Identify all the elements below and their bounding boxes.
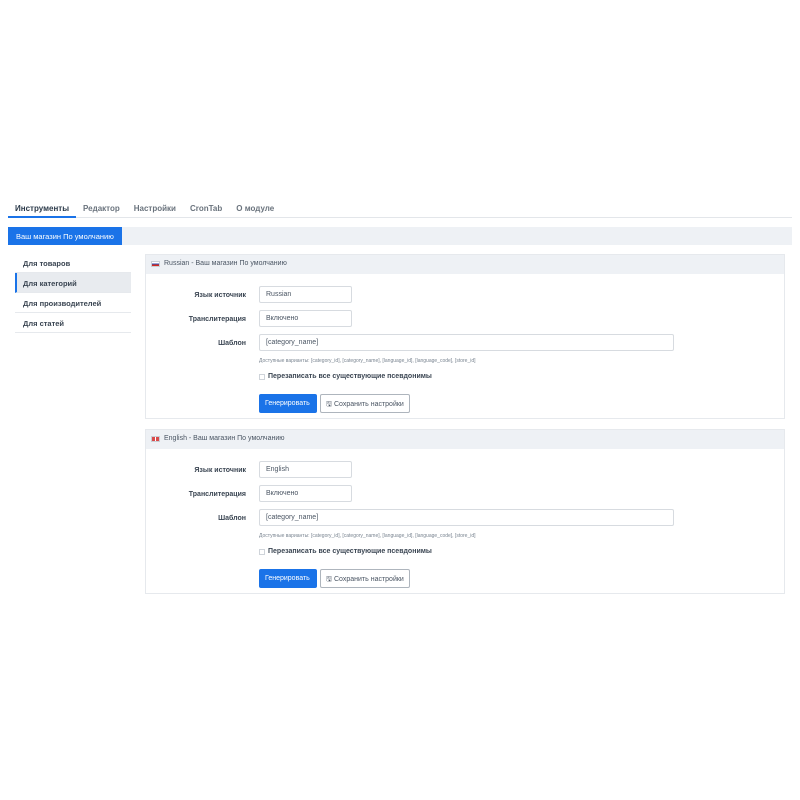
translit-select[interactable]: Включено — [259, 485, 352, 502]
store-bar: Ваш магазин По умолчанию — [8, 227, 792, 245]
generate-button[interactable]: Генерировать — [259, 569, 317, 588]
overwrite-label: Перезаписать все существующие псевдонимы — [268, 373, 432, 380]
generate-button[interactable]: Генерировать — [259, 394, 317, 413]
language-panel-russian: Russian - Ваш магазин По умолчанию Язык … — [145, 254, 785, 419]
tab-editor[interactable]: Редактор — [76, 198, 127, 218]
template-input[interactable]: [category_name] — [259, 334, 674, 351]
save-settings-label: Сохранить настройки — [333, 401, 404, 408]
translit-select[interactable]: Включено — [259, 310, 352, 327]
overwrite-row: Перезаписать все существующие псевдонимы — [259, 373, 432, 380]
top-tabs: Инструменты Редактор Настройки CronTab О… — [8, 198, 792, 218]
template-label: Шаблон — [218, 515, 246, 522]
panel-header: English - Ваш магазин По умолчанию — [146, 430, 784, 449]
store-select-button[interactable]: Ваш магазин По умолчанию — [8, 227, 122, 245]
source-lang-select[interactable]: English — [259, 461, 352, 478]
source-lang-label: Язык источник — [194, 467, 246, 474]
overwrite-row: Перезаписать все существующие псевдонимы — [259, 548, 432, 555]
panel-header: Russian - Ваш магазин По умолчанию — [146, 255, 784, 274]
sidebar-item-products[interactable]: Для товаров — [15, 253, 131, 273]
overwrite-checkbox[interactable] — [259, 548, 265, 555]
save-icon: 🖫 — [326, 576, 332, 583]
template-label: Шаблон — [218, 340, 246, 347]
sidebar: Для товаров Для категорий Для производит… — [15, 253, 131, 333]
overwrite-label: Перезаписать все существующие псевдонимы — [268, 548, 432, 555]
flag-en-icon — [151, 436, 160, 442]
save-settings-label: Сохранить настройки — [333, 576, 404, 583]
tab-tools[interactable]: Инструменты — [8, 198, 77, 218]
tab-about[interactable]: О модуле — [229, 198, 281, 218]
template-hint: Доступные варианты: [category_id], [cate… — [259, 358, 476, 364]
overwrite-checkbox[interactable] — [259, 373, 265, 380]
translit-label: Транслитерация — [188, 316, 246, 323]
sidebar-item-categories[interactable]: Для категорий — [15, 273, 131, 293]
template-hint: Доступные варианты: [category_id], [cate… — [259, 533, 476, 539]
save-icon: 🖫 — [326, 401, 332, 408]
translit-label: Транслитерация — [188, 491, 246, 498]
tab-settings[interactable]: Настройки — [127, 198, 183, 218]
panel-title: Russian - Ваш магазин По умолчанию — [164, 260, 287, 267]
template-input[interactable]: [category_name] — [259, 509, 674, 526]
source-lang-label: Язык источник — [194, 292, 246, 299]
flag-ru-icon — [151, 261, 160, 267]
sidebar-item-manufacturers[interactable]: Для производителей — [15, 293, 131, 313]
source-lang-select[interactable]: Russian — [259, 286, 352, 303]
tab-crontab[interactable]: CronTab — [183, 198, 229, 218]
language-panel-english: English - Ваш магазин По умолчанию Язык … — [145, 429, 785, 594]
panel-title: English - Ваш магазин По умолчанию — [164, 435, 285, 442]
sidebar-item-articles[interactable]: Для статей — [15, 313, 131, 333]
save-settings-button[interactable]: 🖫 Сохранить настройки — [320, 569, 410, 588]
save-settings-button[interactable]: 🖫 Сохранить настройки — [320, 394, 410, 413]
